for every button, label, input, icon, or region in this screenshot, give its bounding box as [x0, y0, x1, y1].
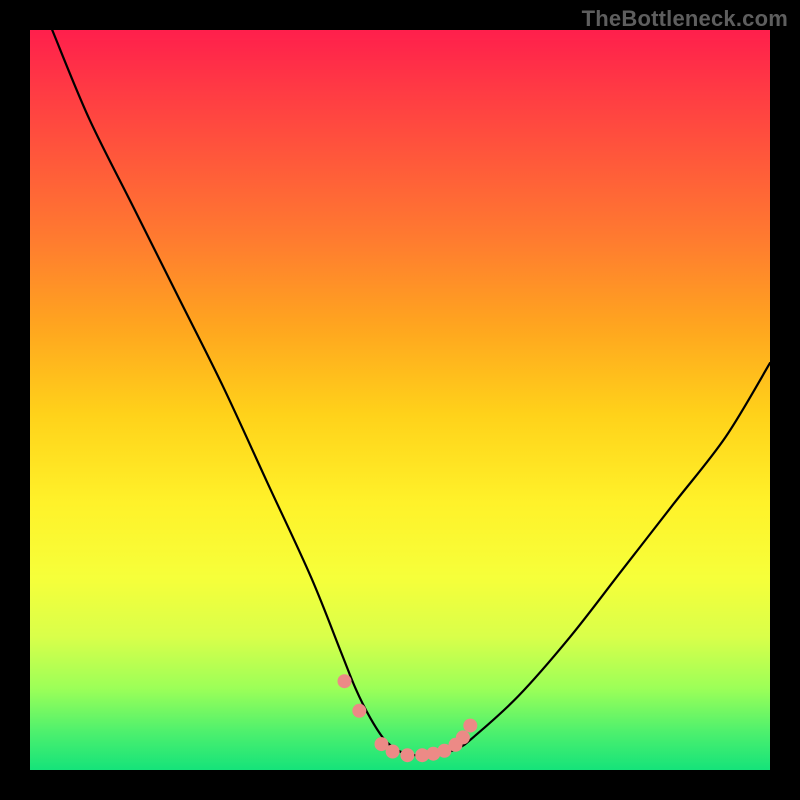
plot-area [30, 30, 770, 770]
outer-frame: TheBottleneck.com [0, 0, 800, 800]
marker-dot [456, 730, 470, 744]
marker-dot [338, 674, 352, 688]
chart-svg [30, 30, 770, 770]
marker-dot [400, 748, 414, 762]
marker-dot [463, 719, 477, 733]
marker-group [338, 674, 478, 762]
bottleneck-curve-path [52, 30, 770, 756]
marker-dot [352, 704, 366, 718]
marker-dot [386, 745, 400, 759]
watermark-text: TheBottleneck.com [582, 6, 788, 32]
